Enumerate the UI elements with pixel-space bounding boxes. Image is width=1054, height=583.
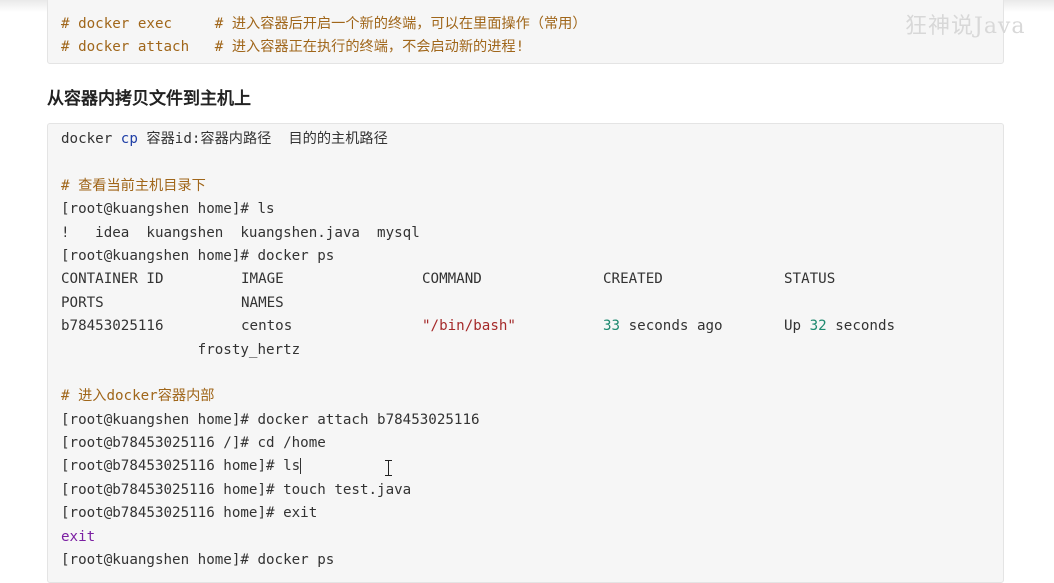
watermark: 狂神说Java — [905, 14, 1026, 39]
shell-command: docker ps — [257, 247, 335, 264]
code-line: [root@kuangshen home]# docker ps — [61, 245, 1003, 268]
code-comment: # docker exec — [61, 16, 173, 32]
code-line: exit — [61, 526, 1003, 549]
ps-header: CONTAINER ID — [61, 271, 164, 288]
code-line: [root@b78453025116 home]# ls — [61, 455, 1003, 478]
code-comment: # 进入docker容器内部 — [61, 388, 215, 405]
section-heading: 从容器内拷贝文件到主机上 — [47, 89, 251, 109]
code-line: [root@kuangshen home]# docker attach b78… — [61, 409, 1003, 432]
code-line: [root@kuangshen home]# ls — [61, 198, 1003, 221]
shell-prompt: [root@b78453025116 home]# — [61, 481, 284, 498]
ps-header: COMMAND — [422, 271, 482, 288]
code-line: b78453025116 centos "/bin/bash" 33 seconds … — [61, 315, 1003, 338]
shell-prompt: [root@kuangshen home]# — [61, 411, 258, 428]
ps-cell: b78453025116 — [61, 318, 164, 335]
shell-prompt: [root@b78453025116 home]# — [61, 505, 284, 522]
ps-header: IMAGE — [241, 271, 284, 288]
code-block-exec-attach: # docker exec # 进入容器后开启一个新的终端，可以在里面操作（常用… — [47, 0, 1004, 64]
shell-command: touch test.java — [283, 481, 412, 498]
code-line: # 查看当前主机目录下 — [61, 175, 1003, 198]
code-line: ! idea kuangshen kuangshen.java mysql — [61, 222, 1003, 245]
ps-cell: frosty_hertz — [197, 341, 301, 358]
code-text: docker — [61, 131, 121, 147]
ps-cell-number: 33 — [603, 318, 621, 335]
ps-cell: seconds ago — [620, 318, 723, 335]
shell-prompt: [root@kuangshen home]# — [61, 247, 258, 264]
code-comment: # 进入容器正在执行的终端，不会启动新的进程! — [214, 39, 525, 56]
code-line: PORTS NAMES — [61, 292, 1003, 315]
shell-command: ls — [283, 458, 301, 475]
shell-command: cd /home — [257, 435, 326, 452]
ps-header: PORTS — [61, 294, 104, 311]
ps-cell: Up — [784, 318, 810, 335]
ps-header: NAMES — [241, 294, 284, 311]
ps-cell: seconds — [826, 318, 896, 335]
ps-cell-number: 32 — [809, 318, 827, 335]
code-line: [root@kuangshen home]# docker ps — [61, 549, 1003, 572]
code-line: CONTAINER ID IMAGE COMMAND CREATED STATUS — [61, 268, 1003, 291]
ps-cell: centos — [241, 318, 293, 335]
text-cursor — [300, 458, 302, 475]
code-comment: # 查看当前主机目录下 — [61, 177, 206, 194]
code-line: # docker exec # 进入容器后开启一个新的终端，可以在里面操作（常用… — [61, 13, 1003, 36]
code-comment: # 进入容器后开启一个新的终端，可以在里面操作（常用） — [214, 16, 587, 32]
code-line: frosty_hertz — [61, 339, 1003, 362]
code-block-cp[interactable]: docker cp 容器id:容器内路径 目的的主机路径 # 查看当前主机目录下… — [47, 123, 1004, 583]
shell-output: exit — [61, 528, 96, 545]
shell-command: ls — [257, 201, 275, 218]
code-line: [root@b78453025116 /]# cd /home — [61, 432, 1003, 455]
shell-command: exit — [283, 505, 318, 522]
code-comment: # docker attach — [61, 39, 190, 56]
ps-header: CREATED — [603, 271, 663, 288]
shell-prompt: [root@b78453025116 /]# — [61, 435, 258, 452]
shell-prompt: [root@kuangshen home]# — [61, 201, 258, 218]
code-line: docker cp 容器id:容器内路径 目的的主机路径 — [61, 128, 1003, 151]
shell-prompt: [root@b78453025116 home]# — [61, 458, 284, 475]
code-keyword: cp — [120, 131, 138, 147]
code-line: [root@b78453025116 home]# exit — [61, 502, 1003, 525]
ps-cell: "/bin/bash" — [422, 318, 516, 335]
code-text: 容器id:容器内路径 目的的主机路径 — [137, 131, 388, 147]
shell-command: docker attach b78453025116 — [257, 411, 480, 428]
shell-output: ! idea kuangshen kuangshen.java mysql — [61, 224, 420, 241]
code-line: # docker attach # 进入容器正在执行的终端，不会启动新的进程! — [61, 36, 1003, 59]
shell-prompt: [root@kuangshen home]# — [61, 552, 258, 569]
code-line: [root@b78453025116 home]# touch test.jav… — [61, 479, 1003, 502]
ibeam-cursor-icon — [385, 460, 393, 476]
shell-command: docker ps — [257, 552, 335, 569]
code-line: # 进入docker容器内部 — [61, 385, 1003, 408]
ps-header: STATUS — [784, 271, 836, 288]
